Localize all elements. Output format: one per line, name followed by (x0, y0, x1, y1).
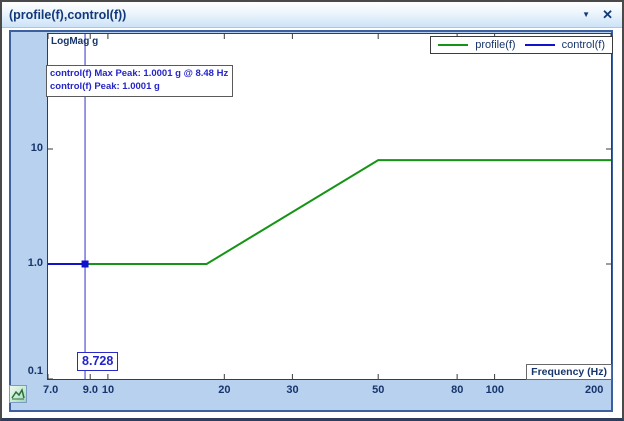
profilef-curve (48, 160, 611, 264)
x-tick-label: 80 (451, 384, 463, 396)
x-tick-label: 100 (486, 384, 504, 396)
plot-area[interactable]: LogMag g control(f) Max Peak: 1.0001 g @… (47, 33, 612, 380)
x-tick-label: 200 (585, 384, 603, 396)
menu-dropdown-icon[interactable]: ▼ (582, 11, 590, 19)
y-tick-label: 10 (13, 142, 43, 154)
plot-panel: LogMag g control(f) Max Peak: 1.0001 g @… (9, 30, 613, 412)
profile-line-sample-icon (438, 44, 468, 46)
legend-item-profile: profile(f) (438, 39, 515, 51)
x-tick-label: 9.0 (83, 384, 98, 396)
chart-icon (10, 386, 26, 402)
x-tick-label: 7.0 (43, 384, 58, 396)
window-titlebar[interactable]: (profile(f),control(f)) ▼ ✕ (2, 2, 622, 28)
cursor-marker[interactable] (82, 260, 89, 267)
x-tick-label: 20 (218, 384, 230, 396)
control-line-sample-icon (525, 44, 555, 46)
legend: profile(f) control(f) (430, 36, 613, 54)
x-tick-label: 30 (286, 384, 298, 396)
x-tick-label: 10 (102, 384, 114, 396)
cursor-frequency-readout[interactable]: 8.728 (77, 352, 118, 371)
x-tick-label: 50 (372, 384, 384, 396)
legend-label-profile: profile(f) (475, 39, 515, 51)
y-tick-label: 0.1 (13, 365, 43, 377)
annotation-max-peak: control(f) Max Peak: 1.0001 g @ 8.48 Hz (50, 67, 228, 80)
chart-options-button[interactable] (9, 385, 27, 403)
window-title: (profile(f),control(f)) (9, 8, 126, 22)
plot-window: (profile(f),control(f)) ▼ ✕ LogMag g con… (0, 0, 624, 421)
y-axis-label: LogMag g (51, 36, 98, 47)
x-axis-label: Frequency (Hz) (526, 364, 612, 380)
legend-label-control: control(f) (562, 39, 605, 51)
legend-item-control: control(f) (525, 39, 605, 51)
titlebar-controls: ▼ ✕ (582, 2, 613, 27)
y-tick-label: 1.0 (13, 257, 43, 269)
annotation-peak: control(f) Peak: 1.0001 g (50, 80, 228, 93)
close-icon[interactable]: ✕ (602, 8, 613, 21)
peak-annotation-box: control(f) Max Peak: 1.0001 g @ 8.48 Hz … (46, 65, 233, 97)
